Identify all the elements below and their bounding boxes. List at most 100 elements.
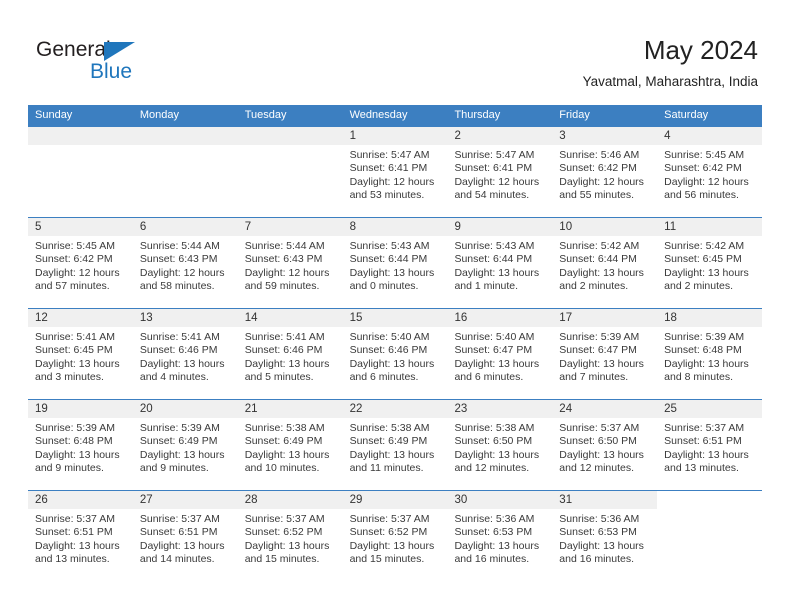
day-cell[interactable]: Sunrise: 5:41 AM Sunset: 6:45 PM Dayligh… bbox=[28, 327, 133, 399]
daylight-text-line2: and 58 minutes. bbox=[139, 280, 215, 293]
day-number[interactable]: 6 bbox=[132, 218, 238, 236]
day-number[interactable]: 5 bbox=[28, 218, 133, 236]
general-blue-logo[interactable]: General Blue bbox=[36, 38, 166, 84]
daylight-text-line1: Daylight: 13 hours bbox=[244, 539, 330, 552]
day-number[interactable]: 26 bbox=[28, 491, 133, 509]
day-number[interactable]: 1 bbox=[342, 127, 448, 145]
day-cell[interactable]: Sunrise: 5:39 AM Sunset: 6:49 PM Dayligh… bbox=[132, 418, 238, 490]
day-cell[interactable]: Sunrise: 5:37 AM Sunset: 6:51 PM Dayligh… bbox=[657, 418, 763, 490]
day-cell[interactable]: Sunrise: 5:38 AM Sunset: 6:50 PM Dayligh… bbox=[447, 418, 553, 490]
day-number[interactable]: 13 bbox=[132, 309, 238, 327]
day-cell[interactable]: Sunrise: 5:44 AM Sunset: 6:43 PM Dayligh… bbox=[237, 236, 343, 308]
day-cell[interactable]: Sunrise: 5:39 AM Sunset: 6:47 PM Dayligh… bbox=[552, 327, 658, 399]
week-date-strip: 19 20 21 22 23 24 25 bbox=[28, 400, 763, 418]
day-cell[interactable]: Sunrise: 5:37 AM Sunset: 6:50 PM Dayligh… bbox=[552, 418, 658, 490]
day-number[interactable]: 12 bbox=[28, 309, 133, 327]
day-number[interactable]: 17 bbox=[552, 309, 658, 327]
day-number[interactable]: 3 bbox=[552, 127, 658, 145]
sunrise-text: Sunrise: 5:43 AM bbox=[349, 240, 430, 252]
daylight-text-line2: and 15 minutes. bbox=[349, 553, 425, 566]
daylight-text-line2: and 9 minutes. bbox=[35, 462, 104, 475]
day-number[interactable]: 7 bbox=[237, 218, 343, 236]
day-number[interactable]: 15 bbox=[342, 309, 448, 327]
day-number[interactable]: 8 bbox=[342, 218, 448, 236]
day-number[interactable]: 4 bbox=[657, 127, 763, 145]
day-cell[interactable]: Sunrise: 5:46 AM Sunset: 6:42 PM Dayligh… bbox=[552, 145, 658, 217]
day-number[interactable]: 18 bbox=[657, 309, 763, 327]
day-cell[interactable]: Sunrise: 5:42 AM Sunset: 6:45 PM Dayligh… bbox=[657, 236, 763, 308]
daylight-text-line1: Daylight: 13 hours bbox=[664, 448, 749, 461]
day-number[interactable]: 20 bbox=[132, 400, 238, 418]
day-cell[interactable]: Sunrise: 5:47 AM Sunset: 6:41 PM Dayligh… bbox=[342, 145, 448, 217]
day-number[interactable]: 10 bbox=[552, 218, 658, 236]
day-cell[interactable]: Sunrise: 5:45 AM Sunset: 6:42 PM Dayligh… bbox=[28, 236, 133, 308]
day-cell[interactable]: Sunrise: 5:36 AM Sunset: 6:53 PM Dayligh… bbox=[447, 509, 553, 581]
daylight-text-line2: and 2 minutes. bbox=[559, 280, 629, 293]
day-cell[interactable]: Sunrise: 5:41 AM Sunset: 6:46 PM Dayligh… bbox=[237, 327, 343, 399]
sunset-text: Sunset: 6:51 PM bbox=[139, 526, 218, 539]
daylight-text-line2: and 5 minutes. bbox=[244, 371, 314, 384]
day-cell[interactable]: Sunrise: 5:41 AM Sunset: 6:46 PM Dayligh… bbox=[132, 327, 238, 399]
day-cell[interactable]: Sunrise: 5:43 AM Sunset: 6:44 PM Dayligh… bbox=[447, 236, 553, 308]
day-number[interactable]: 25 bbox=[657, 400, 763, 418]
daylight-text-line2: and 12 minutes. bbox=[454, 462, 530, 475]
calendar-grid: Sunday Monday Tuesday Wednesday Thursday… bbox=[28, 105, 763, 581]
day-cell-empty bbox=[28, 145, 133, 217]
day-cell[interactable]: Sunrise: 5:45 AM Sunset: 6:42 PM Dayligh… bbox=[657, 145, 763, 217]
day-number[interactable]: 28 bbox=[237, 491, 343, 509]
calendar-week-row: 26 27 28 29 30 31 Sunrise: 5:37 AM Sunse… bbox=[28, 490, 763, 581]
daylight-text-line2: and 13 minutes. bbox=[664, 462, 739, 475]
day-number[interactable]: 11 bbox=[657, 218, 763, 236]
day-cell[interactable]: Sunrise: 5:43 AM Sunset: 6:44 PM Dayligh… bbox=[342, 236, 448, 308]
daylight-text-line2: and 16 minutes. bbox=[454, 553, 530, 566]
day-cell[interactable]: Sunrise: 5:40 AM Sunset: 6:47 PM Dayligh… bbox=[447, 327, 553, 399]
sunrise-text: Sunrise: 5:46 AM bbox=[559, 149, 640, 161]
day-number[interactable]: 9 bbox=[447, 218, 553, 236]
day-number[interactable]: 14 bbox=[237, 309, 343, 327]
daylight-text-line1: Daylight: 13 hours bbox=[454, 357, 540, 370]
day-number[interactable]: 21 bbox=[237, 400, 343, 418]
sunrise-text: Sunrise: 5:38 AM bbox=[454, 422, 535, 434]
day-number[interactable]: 24 bbox=[552, 400, 658, 418]
day-number[interactable]: 19 bbox=[28, 400, 133, 418]
calendar-week-row: 19 20 21 22 23 24 25 Sunrise: 5:39 AM Su… bbox=[28, 399, 763, 490]
daylight-text-line1: Daylight: 13 hours bbox=[664, 266, 749, 279]
daylight-text-line1: Daylight: 12 hours bbox=[349, 175, 435, 188]
daylight-text-line1: Daylight: 12 hours bbox=[35, 266, 120, 279]
sunrise-text: Sunrise: 5:47 AM bbox=[454, 149, 535, 161]
day-number[interactable]: 27 bbox=[132, 491, 238, 509]
day-cell[interactable]: Sunrise: 5:37 AM Sunset: 6:52 PM Dayligh… bbox=[237, 509, 343, 581]
day-cell[interactable]: Sunrise: 5:38 AM Sunset: 6:49 PM Dayligh… bbox=[342, 418, 448, 490]
day-cell[interactable]: Sunrise: 5:39 AM Sunset: 6:48 PM Dayligh… bbox=[657, 327, 763, 399]
daylight-text-line2: and 2 minutes. bbox=[664, 280, 734, 293]
day-cell[interactable]: Sunrise: 5:37 AM Sunset: 6:52 PM Dayligh… bbox=[342, 509, 448, 581]
sunrise-text: Sunrise: 5:36 AM bbox=[559, 513, 640, 525]
daylight-text-line1: Daylight: 13 hours bbox=[244, 357, 330, 370]
day-number[interactable]: 30 bbox=[447, 491, 553, 509]
day-cell[interactable]: Sunrise: 5:42 AM Sunset: 6:44 PM Dayligh… bbox=[552, 236, 658, 308]
day-cell[interactable]: Sunrise: 5:37 AM Sunset: 6:51 PM Dayligh… bbox=[28, 509, 133, 581]
day-number[interactable]: 23 bbox=[447, 400, 553, 418]
daylight-text-line2: and 4 minutes. bbox=[139, 371, 209, 384]
day-cell[interactable]: Sunrise: 5:47 AM Sunset: 6:41 PM Dayligh… bbox=[447, 145, 553, 217]
day-cell[interactable]: Sunrise: 5:36 AM Sunset: 6:53 PM Dayligh… bbox=[552, 509, 658, 581]
day-number[interactable]: 31 bbox=[552, 491, 658, 509]
day-cell[interactable]: Sunrise: 5:39 AM Sunset: 6:48 PM Dayligh… bbox=[28, 418, 133, 490]
sunrise-text: Sunrise: 5:37 AM bbox=[349, 513, 430, 525]
week-body-row: Sunrise: 5:37 AM Sunset: 6:51 PM Dayligh… bbox=[28, 509, 763, 581]
day-number[interactable]: 16 bbox=[447, 309, 553, 327]
week-date-strip: 12 13 14 15 16 17 18 bbox=[28, 309, 763, 327]
day-number[interactable]: 22 bbox=[342, 400, 448, 418]
daylight-text-line2: and 1 minute. bbox=[454, 280, 519, 293]
day-cell[interactable]: Sunrise: 5:40 AM Sunset: 6:46 PM Dayligh… bbox=[342, 327, 448, 399]
sunrise-text: Sunrise: 5:45 AM bbox=[664, 149, 745, 161]
day-cell[interactable]: Sunrise: 5:37 AM Sunset: 6:51 PM Dayligh… bbox=[132, 509, 238, 581]
day-cell[interactable]: Sunrise: 5:44 AM Sunset: 6:43 PM Dayligh… bbox=[132, 236, 238, 308]
day-number[interactable]: 29 bbox=[342, 491, 448, 509]
day-number bbox=[28, 127, 133, 145]
week-body-row: Sunrise: 5:39 AM Sunset: 6:48 PM Dayligh… bbox=[28, 418, 763, 490]
daylight-text-line2: and 14 minutes. bbox=[139, 553, 215, 566]
day-number[interactable]: 2 bbox=[447, 127, 553, 145]
sunset-text: Sunset: 6:51 PM bbox=[664, 435, 742, 448]
day-cell[interactable]: Sunrise: 5:38 AM Sunset: 6:49 PM Dayligh… bbox=[237, 418, 343, 490]
